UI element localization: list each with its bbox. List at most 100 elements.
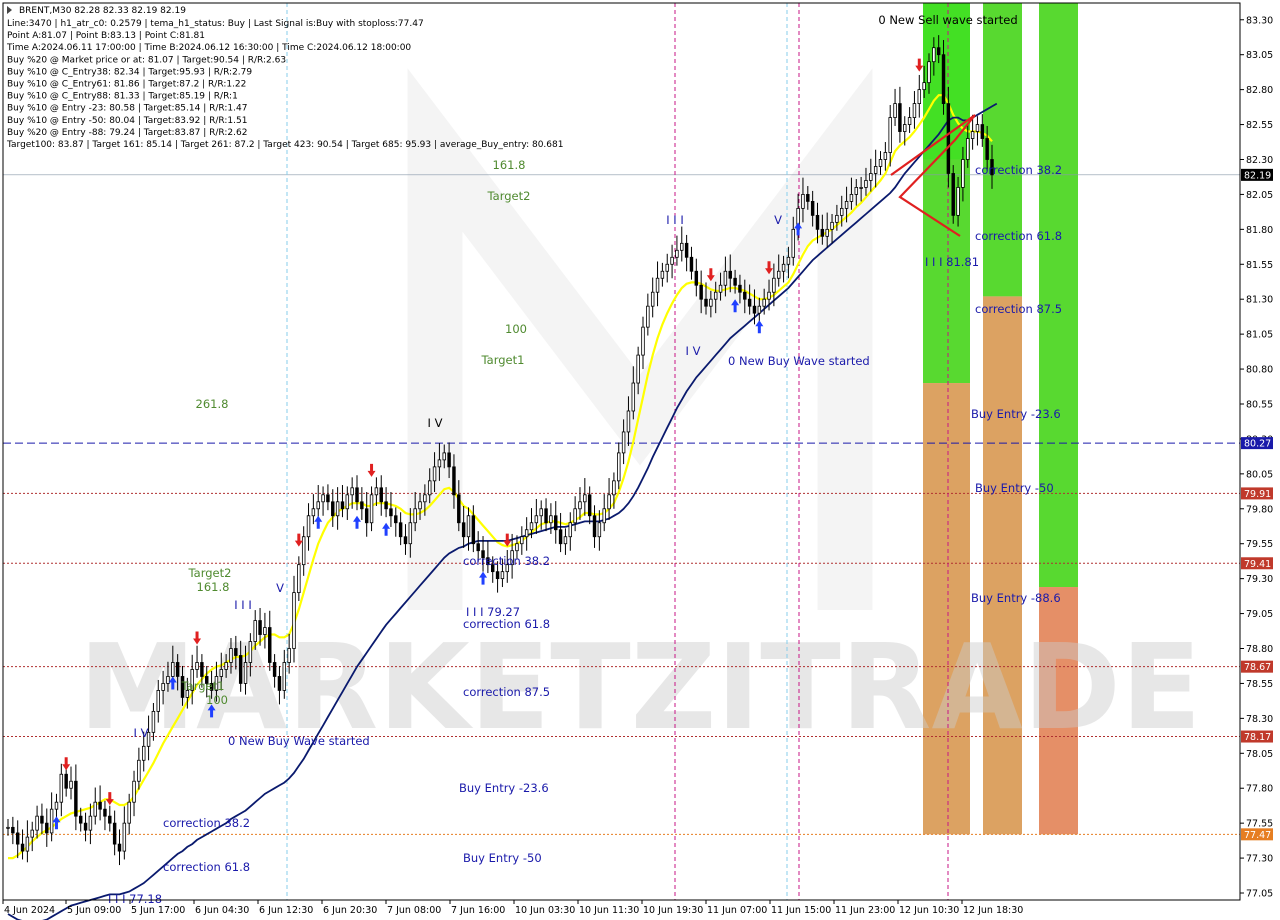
annotation-label: correction 61.8: [163, 860, 250, 874]
annotation-label: correction 87.5: [975, 302, 1062, 316]
x-tick-label: 10 Jun 03:30: [515, 905, 575, 916]
annotation-label: 0 New Sell wave started: [878, 13, 1017, 27]
candle-body: [903, 124, 907, 132]
candle-body: [592, 515, 597, 538]
candle-body: [268, 627, 272, 663]
candle-body: [374, 487, 379, 496]
chart-canvas[interactable]: MARKETZITRADE 0 New Sell wave startedcor…: [0, 0, 1280, 920]
candle-body: [321, 494, 325, 503]
candle-body: [917, 89, 922, 104]
buy-arrow-icon: [479, 571, 488, 585]
annotation-label: 161.8: [493, 158, 526, 172]
price-label: 78.67: [1244, 662, 1271, 673]
candle-body: [520, 536, 524, 545]
x-tick-label: 6 Jun 20:30: [323, 905, 377, 916]
target-zone-c-5: [1039, 3, 1078, 588]
candle-body: [680, 242, 684, 251]
candle-body: [151, 710, 156, 733]
candle-body: [820, 228, 825, 237]
candle-body: [108, 815, 112, 824]
candle-body: [573, 508, 577, 524]
price-label: 82.19: [1244, 170, 1271, 181]
candle-body: [224, 662, 228, 670]
candle-body: [980, 124, 985, 139]
annotation-label: 100: [206, 693, 228, 707]
candle-body: [156, 690, 160, 712]
candle-body: [263, 627, 267, 635]
y-tick-label: 81.80: [1246, 225, 1273, 236]
annotation-label: Buy Entry -88.6: [971, 591, 1061, 605]
y-tick-label: 78.05: [1246, 749, 1273, 760]
price-label: 79.91: [1244, 489, 1271, 500]
candle-body: [282, 662, 287, 691]
candle-body: [825, 228, 829, 237]
candle-body: [83, 822, 88, 831]
annotation-label: Buy Entry -50: [975, 481, 1054, 495]
candle-body: [844, 201, 849, 209]
candle-body: [78, 815, 83, 824]
candle-body: [6, 826, 10, 829]
ohlc-header: BRENT,M30 82.28 82.33 82.19 82.19: [19, 6, 186, 16]
target-zone-a-2: [923, 383, 970, 835]
candle-body: [49, 808, 54, 834]
candle-body: [127, 801, 131, 824]
candle-body: [660, 270, 665, 279]
sell-arrow-icon: [915, 58, 924, 72]
candle-body: [699, 284, 703, 300]
candle-body: [471, 515, 476, 545]
candle-body: [238, 655, 243, 684]
candle-body: [54, 801, 59, 810]
annotation-label: correction 61.8: [463, 617, 550, 631]
candle-body: [650, 291, 655, 307]
y-tick-label: 78.80: [1246, 644, 1273, 655]
candle-body: [723, 270, 728, 286]
annotation-label: 161.8: [197, 580, 230, 594]
info-line-7: Buy %10 @ Entry -23: 80.58 | Target:85.1…: [7, 104, 247, 114]
candle-body: [665, 263, 669, 272]
candle-body: [985, 138, 989, 160]
candle-body: [64, 773, 68, 789]
annotation-label: correction 87.5: [463, 685, 550, 699]
y-tick-label: 80.80: [1246, 365, 1273, 376]
candle-body: [815, 214, 820, 230]
candle-body: [859, 187, 863, 189]
candle-body: [35, 815, 39, 831]
buy-arrow-icon: [755, 320, 764, 334]
candle-body: [93, 801, 97, 817]
y-tick-label: 81.30: [1246, 295, 1273, 306]
candle-body: [810, 201, 815, 216]
candle-body: [112, 822, 117, 845]
x-tick-label: 6 Jun 12:30: [259, 905, 313, 916]
candle-body: [287, 648, 291, 663]
candle-body: [646, 305, 650, 328]
y-tick-label: 77.30: [1246, 854, 1273, 865]
candle-body: [311, 508, 316, 517]
y-tick-label: 77.80: [1246, 784, 1273, 795]
candle-body: [704, 298, 708, 307]
candle-body: [743, 291, 747, 300]
annotation-label: correction 38.2: [975, 163, 1062, 177]
candle-body: [229, 648, 233, 663]
y-tick-label: 83.05: [1246, 50, 1273, 61]
candle-body: [195, 662, 199, 670]
annotation-label: correction 38.2: [463, 554, 550, 568]
info-line-6: Buy %10 @ C_Entry88: 81.33 | Target:85.1…: [7, 92, 238, 102]
candle-body: [413, 508, 417, 524]
candle-body: [141, 745, 146, 761]
buy-arrow-icon: [314, 515, 323, 529]
y-tick-label: 79.80: [1246, 504, 1273, 515]
annotation-label: correction 38.2: [163, 816, 250, 830]
candle-body: [243, 662, 248, 684]
candle-body: [132, 780, 136, 803]
candle-body: [306, 515, 311, 538]
candle-body: [641, 326, 645, 356]
candle-body: [578, 501, 582, 510]
x-tick-label: 12 Jun 10:30: [899, 905, 959, 916]
candle-body: [394, 515, 398, 524]
candle-body: [563, 536, 568, 545]
x-tick-label: 7 Jun 08:00: [387, 905, 441, 916]
info-line-3: Buy %20 @ Market price or at: 81.07 | Ta…: [7, 55, 286, 65]
x-tick-label: 7 Jun 16:00: [451, 905, 505, 916]
annotation-label: 261.8: [196, 397, 229, 411]
candle-body: [617, 452, 621, 482]
